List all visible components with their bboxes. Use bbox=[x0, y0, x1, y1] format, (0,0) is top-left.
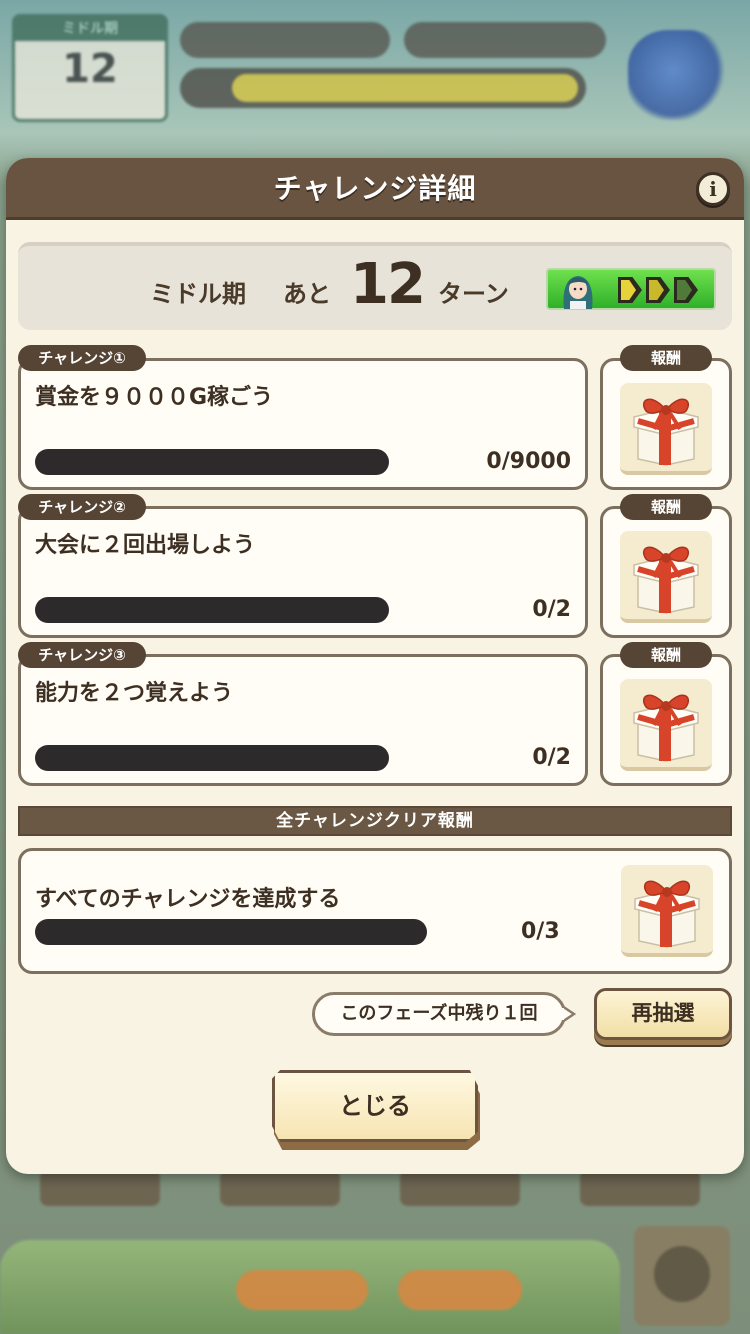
all-clear-text: すべてのチャレンジを達成する bbox=[35, 887, 341, 912]
progress-count: 0/2 bbox=[532, 745, 571, 770]
reward-gift-tile bbox=[620, 383, 712, 475]
challenge-card: 能力を２つ覚えよう 0/2 bbox=[18, 654, 588, 786]
progress-bar bbox=[35, 449, 389, 475]
reroll-remaining-bubble: このフェーズ中残り１回 bbox=[312, 992, 566, 1036]
background-menu-button bbox=[634, 1226, 730, 1326]
info-icon[interactable]: i bbox=[696, 172, 730, 206]
reward-box[interactable] bbox=[600, 654, 732, 786]
reroll-button[interactable]: 再抽選 bbox=[594, 988, 732, 1040]
challenge-card: 賞金を９０００G稼ごう 0/9000 bbox=[18, 358, 588, 490]
all-clear-reward-button[interactable] bbox=[621, 865, 713, 957]
challenge-tag: チャレンジ③ bbox=[18, 642, 146, 668]
reward-tag: 報酬 bbox=[620, 642, 712, 668]
progress-count: 0/3 bbox=[521, 919, 560, 944]
gift-box-icon bbox=[633, 398, 699, 466]
progress-bar bbox=[35, 745, 389, 771]
period-banner: ミドル期 あと 12 ターン bbox=[18, 242, 732, 330]
challenge-card: 大会に２回出場しよう 0/2 bbox=[18, 506, 588, 638]
progress-bar bbox=[35, 597, 389, 623]
challenge-text: 大会に２回出場しよう bbox=[35, 533, 256, 558]
gift-box-icon bbox=[633, 546, 699, 614]
challenge-tag: チャレンジ① bbox=[18, 345, 146, 371]
all-clear-card: すべてのチャレンジを達成する 0/3 bbox=[18, 848, 732, 974]
progress-count: 0/9000 bbox=[486, 449, 571, 474]
phase-progress-indicator bbox=[546, 268, 716, 310]
modal-title: チャレンジ詳細 bbox=[273, 172, 477, 205]
background-turn-box: ミドル期 12 bbox=[12, 14, 168, 122]
background-tab bbox=[580, 1170, 700, 1206]
background-tab bbox=[40, 1170, 160, 1206]
background-button bbox=[398, 1270, 522, 1310]
phase-chevron-icon bbox=[618, 277, 642, 303]
bubble-tail-icon bbox=[562, 1004, 576, 1024]
background-tab bbox=[220, 1170, 340, 1206]
remaining-turns: 12 bbox=[350, 252, 426, 317]
reward-box[interactable] bbox=[600, 358, 732, 490]
progress-bar bbox=[35, 919, 427, 945]
phase-name: ミドル期 bbox=[150, 280, 246, 308]
background-turn-header: ミドル期 bbox=[15, 17, 165, 41]
close-button[interactable]: とじる bbox=[272, 1070, 478, 1142]
modal-header: チャレンジ詳細 i bbox=[6, 158, 744, 220]
background-tab bbox=[400, 1170, 520, 1206]
reward-tag: 報酬 bbox=[620, 494, 712, 520]
background-button bbox=[236, 1270, 368, 1310]
background-stamina-bar bbox=[180, 68, 586, 108]
remaining-suffix: ターン bbox=[438, 280, 509, 308]
all-clear-reward-header: 全チャレンジクリア報酬 bbox=[18, 806, 732, 836]
challenge-detail-modal: チャレンジ詳細 i ミドル期 あと 12 ターン チャレンジ① 賞金を９０００G… bbox=[6, 158, 744, 1174]
phase-chevron-icon bbox=[674, 277, 698, 303]
challenge-tag: チャレンジ② bbox=[18, 494, 146, 520]
remaining-prefix: あと bbox=[283, 280, 331, 308]
character-avatar-icon bbox=[563, 276, 593, 309]
phase-chevron-icon bbox=[646, 277, 670, 303]
background-turn-number: 12 bbox=[62, 46, 118, 92]
background-fans-pill bbox=[404, 22, 606, 58]
background-money-pill bbox=[180, 22, 390, 58]
background-hud: ミドル期 12 bbox=[0, 0, 750, 160]
reward-box[interactable] bbox=[600, 506, 732, 638]
challenge-text: 能力を２つ覚えよう bbox=[35, 681, 234, 706]
background-emblem bbox=[628, 30, 728, 120]
gift-box-icon bbox=[633, 694, 699, 762]
reward-gift-tile bbox=[620, 679, 712, 771]
reward-gift-tile bbox=[620, 531, 712, 623]
challenge-text: 賞金を９０００G稼ごう bbox=[35, 385, 274, 410]
reward-tag: 報酬 bbox=[620, 345, 712, 371]
gift-box-icon bbox=[634, 880, 700, 948]
background-bottom-bar bbox=[0, 1170, 750, 1334]
progress-count: 0/2 bbox=[532, 597, 571, 622]
